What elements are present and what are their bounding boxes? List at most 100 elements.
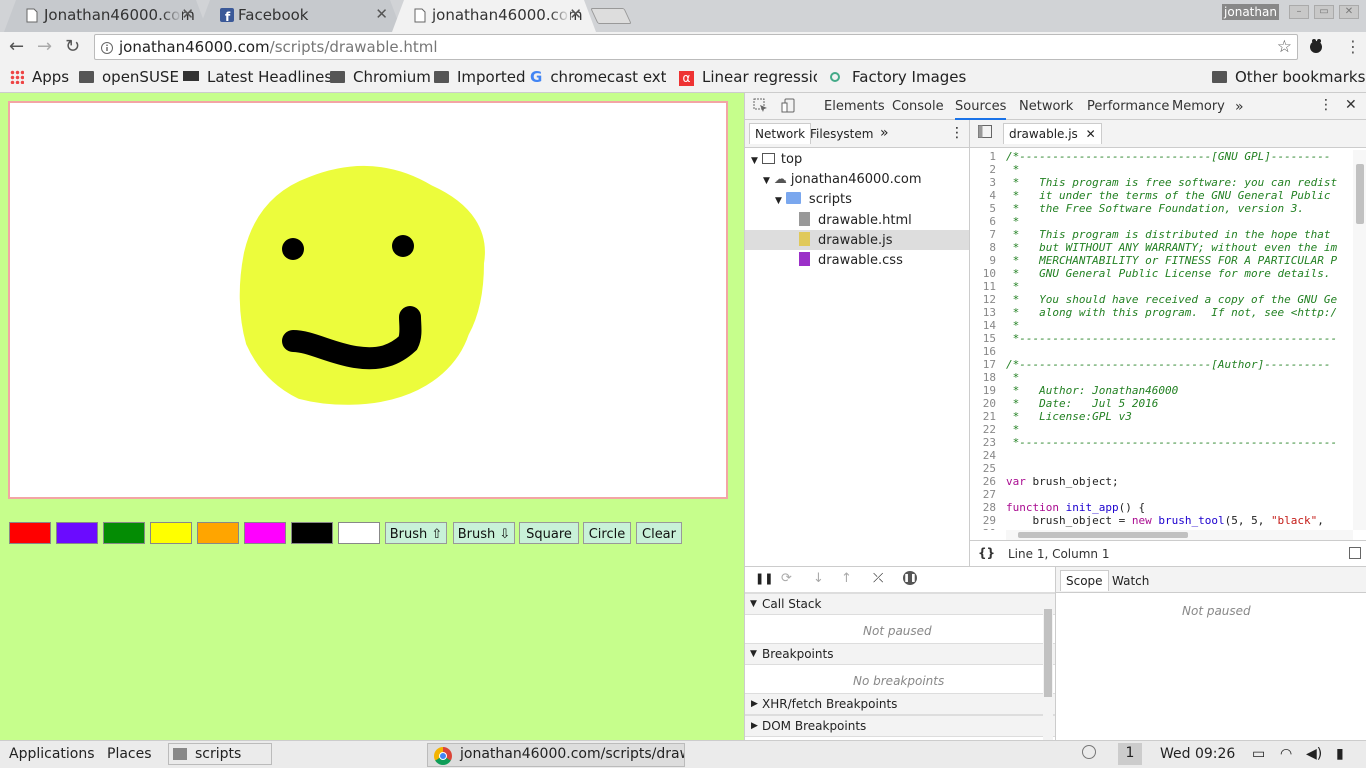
scope-tab[interactable]: Scope: [1060, 570, 1109, 591]
step-into-icon[interactable]: ↓: [813, 571, 824, 586]
device-toolbar-icon[interactable]: [781, 98, 796, 117]
address-bar[interactable]: jonathan46000.com/scripts/drawable.html …: [94, 34, 1298, 60]
extension-icon[interactable]: [1308, 38, 1324, 58]
bookmark-imported[interactable]: Imported: [434, 68, 526, 86]
tree-file-css[interactable]: drawable.css: [799, 252, 903, 268]
pause-on-exceptions-icon[interactable]: ❚❚: [903, 571, 917, 585]
navigator-tab-filesystem[interactable]: Filesystem: [810, 127, 873, 141]
clock[interactable]: Wed 09:26: [1160, 746, 1235, 762]
bookmark-chromium[interactable]: Chromium: [330, 68, 431, 86]
xhr-breakpoints-header[interactable]: ▶ XHR/fetch Breakpoints: [745, 693, 1055, 715]
bookmark-linear-regression[interactable]: α Linear regression: [679, 68, 817, 86]
breakpoints-header[interactable]: ▼ Breakpoints: [745, 643, 1055, 665]
bookmark-star-icon[interactable]: ☆: [1277, 37, 1292, 57]
debugger-scrollbar[interactable]: [1043, 601, 1053, 741]
browser-tab-1[interactable]: Jonathan46000.com ✕: [4, 0, 208, 32]
close-icon[interactable]: ✕: [181, 5, 194, 23]
battery-icon[interactable]: ▮: [1336, 746, 1344, 762]
drawing-canvas[interactable]: [8, 101, 728, 499]
display-icon[interactable]: ▭: [1252, 746, 1265, 762]
menu-icon[interactable]: ⋮: [1345, 37, 1361, 56]
more-tabs-icon[interactable]: »: [1235, 99, 1244, 115]
places-menu[interactable]: Places: [107, 746, 152, 762]
editor-tab-drawable-js[interactable]: drawable.js ✕: [1003, 123, 1102, 144]
step-over-icon[interactable]: ⟳: [781, 571, 792, 586]
bookmark-chromecast[interactable]: Gchromecast exte: [530, 68, 666, 86]
coverage-icon[interactable]: [1349, 547, 1361, 559]
devtools-close-icon[interactable]: ✕: [1345, 97, 1357, 113]
browser-tab-3-active[interactable]: jonathan46000.com ✕: [392, 0, 596, 32]
color-swatch-black[interactable]: [291, 522, 333, 544]
devtools-tab-network[interactable]: Network: [1019, 99, 1073, 114]
taskbar-window-browser[interactable]: jonathan46000.com/scripts/drawab...: [427, 743, 685, 767]
step-out-icon[interactable]: ↑: [841, 571, 852, 586]
bookmark-apps[interactable]: Apps: [10, 68, 69, 86]
wifi-icon[interactable]: ◠: [1280, 746, 1292, 762]
rss-icon: [183, 71, 199, 81]
scrollbar-thumb[interactable]: [1356, 164, 1364, 224]
devtools-tab-memory[interactable]: Memory: [1172, 99, 1225, 114]
forward-icon[interactable]: →: [37, 36, 52, 57]
deactivate-breakpoints-icon[interactable]: ⤫: [873, 571, 883, 586]
tree-node-host[interactable]: ▼ ☁ jonathan46000.com: [763, 172, 922, 187]
devtools-tab-console[interactable]: Console: [892, 99, 944, 114]
tree-node-top[interactable]: ▼ top: [751, 152, 802, 167]
back-icon[interactable]: ←: [9, 36, 24, 57]
dom-breakpoints-header[interactable]: ▶ DOM Breakpoints: [745, 715, 1055, 737]
devtools-tab-sources[interactable]: Sources: [955, 99, 1007, 120]
call-stack-header[interactable]: ▼ Call Stack: [745, 593, 1055, 615]
minimize-button[interactable]: –: [1289, 5, 1309, 19]
scrollbar-thumb[interactable]: [1018, 532, 1188, 538]
devtools-tab-elements[interactable]: Elements: [824, 99, 885, 114]
more-navigator-icon[interactable]: »: [880, 125, 889, 141]
horizontal-scrollbar[interactable]: [1006, 530, 1353, 540]
info-icon[interactable]: [101, 40, 113, 58]
pretty-print-icon[interactable]: {}: [978, 546, 995, 560]
applications-menu[interactable]: Applications: [9, 746, 95, 762]
devtools-menu-icon[interactable]: ⋮: [1319, 97, 1333, 113]
bookmark-latest-headlines[interactable]: Latest Headlines: [183, 68, 332, 86]
circle-button[interactable]: Circle: [583, 522, 631, 544]
navigator-tab-network[interactable]: Network: [749, 123, 812, 144]
bookmark-factory-images[interactable]: Factory Images f: [830, 68, 966, 86]
maximize-button[interactable]: ▭: [1314, 5, 1334, 19]
bookmark-other[interactable]: Other bookmarks: [1212, 68, 1365, 86]
close-icon[interactable]: ✕: [375, 5, 388, 23]
reload-icon[interactable]: ↻: [65, 36, 80, 57]
pause-icon[interactable]: ❚❚: [755, 572, 773, 585]
watch-tab[interactable]: Watch: [1112, 574, 1149, 588]
color-swatch-white[interactable]: [338, 522, 380, 544]
notifications-icon[interactable]: [1082, 745, 1096, 759]
taskbar-window-scripts[interactable]: scripts: [168, 743, 273, 765]
color-swatch-orange[interactable]: [197, 522, 239, 544]
workspace-switcher[interactable]: 1: [1118, 743, 1142, 765]
tree-file-js[interactable]: drawable.js: [799, 232, 893, 248]
vertical-scrollbar[interactable]: [1353, 150, 1366, 530]
toggle-navigator-icon[interactable]: [978, 125, 992, 142]
color-swatch-yellow[interactable]: [150, 522, 192, 544]
color-swatch-magenta[interactable]: [244, 522, 286, 544]
scrollbar-thumb[interactable]: [1044, 609, 1052, 697]
tree-node-scripts[interactable]: ▼ scripts: [775, 192, 852, 207]
frame-icon: [761, 153, 775, 164]
clear-button[interactable]: Clear: [636, 522, 682, 544]
close-window-button[interactable]: ✕: [1339, 5, 1359, 19]
profile-button[interactable]: jonathan: [1222, 4, 1279, 20]
close-icon[interactable]: ✕: [1086, 127, 1096, 141]
brush-down-button[interactable]: Brush ⇩: [453, 522, 515, 544]
code-view[interactable]: 1 /*-----------------------------[GNU GPL…: [970, 150, 1366, 530]
color-swatch-red[interactable]: [9, 522, 51, 544]
new-tab-button[interactable]: [590, 8, 632, 24]
navigator-menu-icon[interactable]: ⋮: [950, 125, 964, 141]
volume-icon[interactable]: ◀): [1306, 746, 1322, 762]
color-swatch-purple[interactable]: [56, 522, 98, 544]
browser-tab-2[interactable]: f Facebook ✕: [198, 0, 402, 32]
tree-file-html[interactable]: drawable.html: [799, 212, 912, 228]
square-button[interactable]: Square: [519, 522, 579, 544]
close-icon[interactable]: ✕: [569, 5, 582, 23]
color-swatch-green[interactable]: [103, 522, 145, 544]
brush-up-button[interactable]: Brush ⇧: [385, 522, 447, 544]
bookmark-opensuse[interactable]: openSUSE: [79, 68, 179, 86]
devtools-tab-performance[interactable]: Performance: [1087, 99, 1169, 114]
inspect-element-icon[interactable]: [753, 98, 768, 117]
